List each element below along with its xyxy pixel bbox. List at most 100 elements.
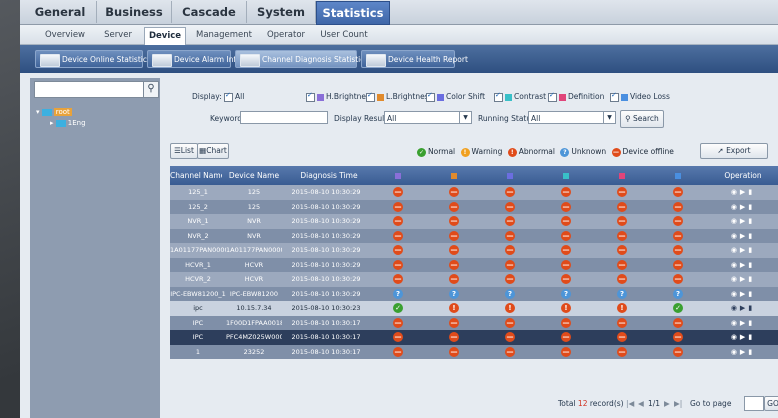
subtab-management[interactable]: Management [196, 27, 252, 43]
checkbox-icon [366, 91, 375, 102]
search-icon[interactable]: ⚲ [143, 81, 159, 98]
table-row[interactable]: IPC PFC4MZ025W000... 2015-08-10 10:30:17 — —… [170, 330, 778, 345]
go-button[interactable]: GO [764, 396, 778, 411]
eye-icon[interactable]: ◉ [731, 333, 740, 341]
next-page-icon[interactable]: ▶ [664, 399, 670, 408]
eye-icon[interactable]: ◉ [731, 275, 740, 283]
keyword-input[interactable] [240, 111, 328, 124]
eye-icon[interactable]: ◉ [731, 304, 740, 312]
eye-icon[interactable]: ◉ [731, 261, 740, 269]
cell-status: — [370, 316, 426, 331]
device-alarm-info-button[interactable]: Device Alarm Info [147, 50, 241, 68]
tree-node-root[interactable]: ▾ root [36, 108, 72, 116]
l-brightness-checkbox[interactable]: L.Brightness [366, 91, 433, 102]
video-icon[interactable]: ▮ [748, 217, 755, 225]
first-page-icon[interactable]: |◀ [626, 399, 634, 408]
offline-icon: — [617, 216, 627, 226]
eye-icon[interactable]: ◉ [731, 188, 740, 196]
video-icon[interactable]: ▮ [748, 203, 755, 211]
cell-status: ! [482, 301, 538, 316]
table-row[interactable]: 125_1 125 2015-08-10 10:30:29 — — — — — — ◉▶▮ [170, 185, 778, 200]
list-view-button[interactable]: ☰List [170, 143, 198, 159]
legend-label: Warning [471, 147, 503, 156]
video-icon[interactable]: ▮ [748, 188, 755, 196]
video-icon[interactable]: ▮ [748, 290, 755, 298]
records-label: record(s) [589, 399, 624, 408]
eye-icon[interactable]: ◉ [731, 348, 740, 356]
prev-page-icon[interactable]: ◀ [638, 399, 644, 408]
subtab-overview[interactable]: Overview [42, 27, 88, 43]
video-icon[interactable]: ▮ [748, 275, 755, 283]
tree-node-1eng[interactable]: ▸ 1Eng [50, 119, 86, 127]
chart-view-button[interactable]: ▦Chart [197, 143, 229, 159]
header-device-name[interactable]: Device Name [226, 166, 282, 185]
video-loss-checkbox[interactable]: Video Loss [610, 91, 670, 102]
table-row[interactable]: 1 23252 2015-08-10 10:30:17 — — — — — — ◉▶▮ [170, 344, 778, 360]
eye-icon[interactable]: ◉ [731, 232, 740, 240]
color-swatch [437, 93, 444, 101]
table-row[interactable]: HCVR_2 HCVR 2015-08-10 10:30:29 — — — — — — ◉▶▮ [170, 272, 778, 287]
table-row[interactable]: IPC 1F00D1FPAA00189 2015-08-10 10:30:17 — — —… [170, 315, 778, 331]
color-shift-checkbox[interactable]: Color Shift [426, 91, 485, 102]
table-row[interactable]: HCVR_1 HCVR 2015-08-10 10:30:29 — — — — — — ◉▶▮ [170, 257, 778, 273]
eye-icon[interactable]: ◉ [731, 319, 740, 327]
table-header: Channel Name Device Name Diagnosis Time … [170, 166, 778, 185]
cell-diagnosis-time: 2015-08-10 10:30:29 [291, 260, 361, 269]
tab-statistics[interactable]: Statistics [316, 1, 390, 25]
video-icon[interactable]: ▮ [748, 261, 755, 269]
export-button[interactable]: ➚ Export [700, 143, 768, 159]
video-icon[interactable]: ▮ [748, 232, 755, 240]
eye-icon[interactable]: ◉ [731, 246, 740, 254]
running-status-select[interactable]: All ▼ [528, 111, 616, 124]
tab-general[interactable]: General [24, 1, 97, 23]
color-swatch [507, 173, 513, 179]
subtab-user-count[interactable]: User Count [318, 27, 370, 43]
cell-status: — [650, 330, 706, 345]
display-all-checkbox[interactable]: All [224, 91, 244, 102]
table-row[interactable]: NVR_1 NVR 2015-08-10 10:30:29 — — — — — — ◉▶▮ [170, 214, 778, 229]
offline-icon: — [673, 230, 683, 241]
video-icon[interactable]: ▮ [748, 246, 755, 254]
video-icon[interactable]: ▮ [748, 333, 755, 341]
header-channel-name[interactable]: Channel Name [170, 166, 222, 185]
warning-icon: ! [460, 147, 470, 157]
table-row[interactable]: NVR_2 NVR 2015-08-10 10:30:29 — — — — — — ◉▶▮ [170, 228, 778, 243]
subtab-server[interactable]: Server [100, 27, 136, 43]
checkbox-label: Contrast [514, 92, 547, 101]
last-page-icon[interactable]: ▶| [674, 399, 682, 408]
pagination: Total 12 record(s) |◀ ◀ 1/1 ▶ ▶| Go to p… [170, 395, 778, 411]
monitor-icon [40, 54, 60, 67]
tree-search-input[interactable] [34, 81, 144, 98]
table-row[interactable]: ipc 10.15.7.34 2015-08-10 10:30:23 ✓!!!! ✓ ◉▶… [170, 301, 778, 316]
eye-icon[interactable]: ◉ [731, 203, 740, 211]
offline-icon: — [449, 230, 459, 241]
offline-icon: — [449, 245, 459, 255]
search-button[interactable]: ⚲ Search [620, 110, 664, 128]
display-result-select[interactable]: All ▼ [384, 111, 472, 124]
eye-icon[interactable]: ◉ [731, 290, 740, 298]
offline-icon: — [393, 259, 403, 270]
table-row[interactable]: 1A01177PAN0000...1A01177PAN00001 2015-08-… [170, 243, 778, 258]
definition-checkbox[interactable]: Definition [548, 91, 604, 102]
device-online-statistics-button[interactable]: Device Online Statistics [35, 50, 151, 68]
video-icon[interactable]: ▮ [748, 348, 755, 356]
tab-cascade[interactable]: Cascade [172, 1, 247, 23]
header-diagnosis-time[interactable]: Diagnosis Time [288, 166, 370, 185]
subtab-operator[interactable]: Operator [264, 27, 308, 43]
subtab-device[interactable]: Device [144, 27, 186, 45]
header-metric-6 [650, 166, 706, 185]
cell-status: — [370, 258, 426, 273]
channel-diagnosis-statistics-button[interactable]: Channel Diagnosis Statistics [235, 50, 368, 68]
tab-business[interactable]: Business [97, 1, 172, 23]
video-icon[interactable]: ▮ [748, 319, 755, 327]
tab-system[interactable]: System [247, 1, 316, 23]
h-brightness-checkbox[interactable]: H.Brightness [306, 91, 374, 102]
video-icon[interactable]: ▮ [748, 304, 755, 312]
goto-page-input[interactable] [744, 396, 764, 411]
eye-icon[interactable]: ◉ [731, 217, 740, 225]
device-health-report-button[interactable]: Device Health Report [361, 50, 468, 68]
table-row[interactable]: 125_2 125 2015-08-10 10:30:29 — — — — — — ◉▶▮ [170, 199, 778, 214]
contrast-checkbox[interactable]: Contrast [494, 91, 547, 102]
table-row[interactable]: IPC-EBW81200_1 IPC-EBW81200 2015-08-10 10:… [170, 286, 778, 301]
cell-operation: ◉▶▮ [710, 345, 776, 360]
